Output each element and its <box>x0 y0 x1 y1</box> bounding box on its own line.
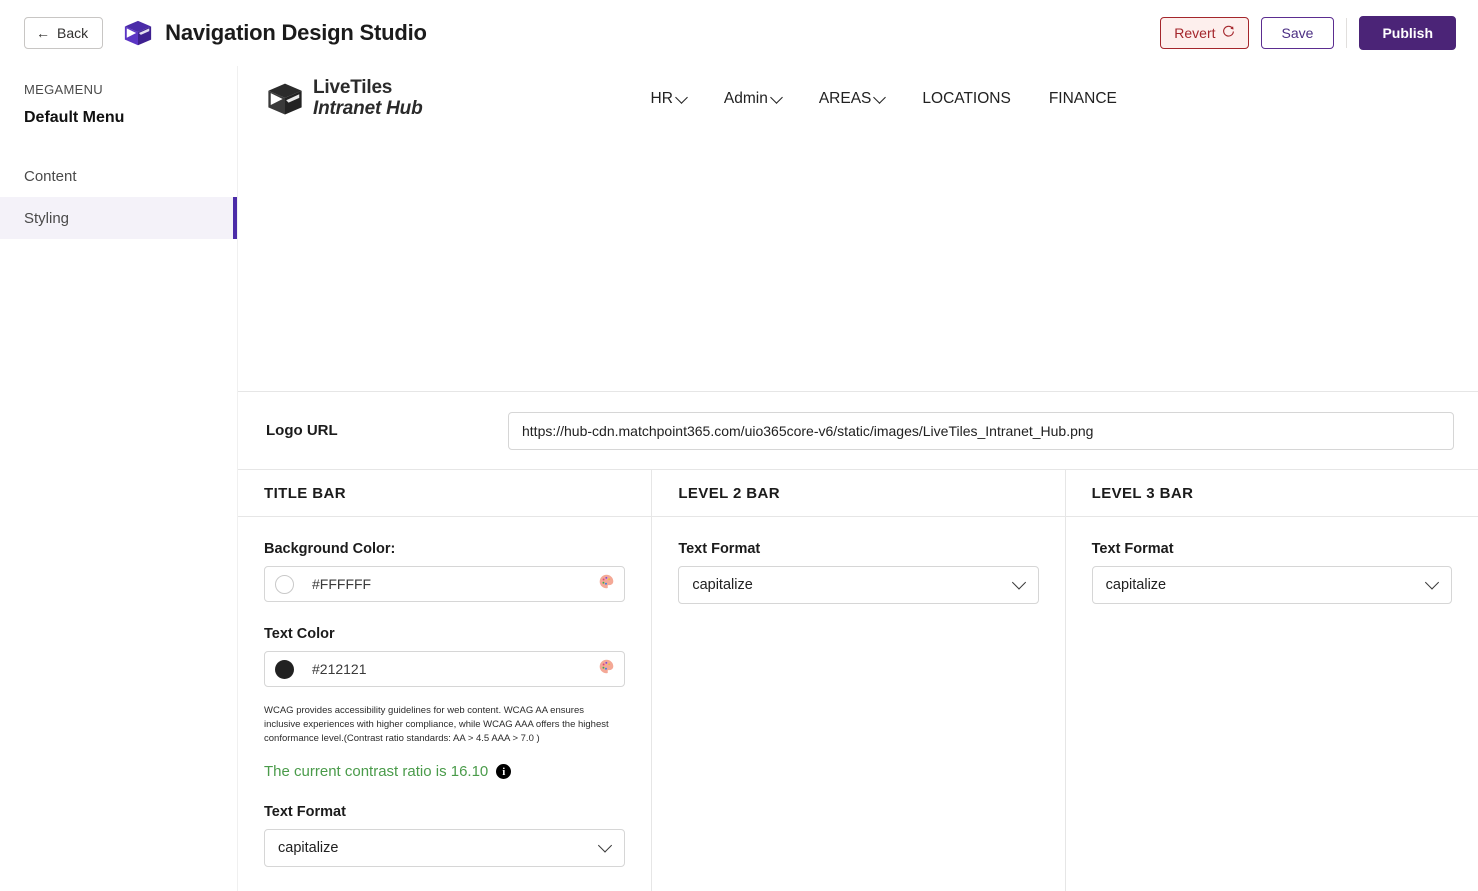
preview-nav-item-finance[interactable]: FINANCE <box>1049 90 1117 108</box>
column-level-3-bar: LEVEL 3 BAR Text Format capitalize <box>1064 470 1478 891</box>
save-button[interactable]: Save <box>1260 16 1335 49</box>
background-color-input[interactable]: #FFFFFF <box>264 566 626 602</box>
chevron-down-icon <box>769 90 783 104</box>
column-title-bar: TITLE BAR Background Color: #FFFFFF Text… <box>238 470 652 891</box>
back-button[interactable]: ← Back <box>24 16 104 49</box>
preview-nav-label: HR <box>650 90 673 107</box>
contrast-ratio-text: The current contrast ratio is 16.10 <box>264 763 489 781</box>
text-format-label: Text Format <box>1091 541 1174 557</box>
text-color-value: #212121 <box>312 661 367 677</box>
text-format-value: capitalize <box>1105 577 1167 593</box>
preview-logo: LiveTiles Intranet Hub <box>266 78 423 119</box>
chevron-down-icon <box>675 90 688 104</box>
logo-url-label: Logo URL <box>266 422 338 439</box>
wcag-note: WCAG provides accessibility guidelines f… <box>264 705 609 744</box>
color-swatch <box>275 574 294 594</box>
action-divider <box>1346 17 1348 48</box>
preview-nav-label: LOCATIONS <box>922 90 1011 107</box>
preview-logo-text: LiveTiles Intranet Hub <box>313 78 423 119</box>
header-actions: Revert Save Publish <box>1160 15 1456 50</box>
page-title: Navigation Design Studio <box>165 19 427 45</box>
text-format-select[interactable]: capitalize <box>1091 566 1452 604</box>
chevron-down-icon <box>1011 575 1026 590</box>
preview-logo-line1: LiveTiles <box>313 77 393 99</box>
back-button-label: Back <box>57 24 89 41</box>
text-color-input[interactable]: #212121 <box>264 651 626 687</box>
menu-preview: LiveTiles Intranet Hub HR Admin AREAS LO… <box>238 66 1478 392</box>
color-swatch <box>275 659 294 679</box>
preview-nav-item-hr[interactable]: HR <box>650 90 688 108</box>
arrow-left-icon: ← <box>36 24 50 41</box>
preview-nav-item-areas[interactable]: AREAS <box>818 90 887 108</box>
logo-url-row: Logo URL <box>238 392 1478 470</box>
sidebar-menu-name: Default Menu <box>24 109 125 126</box>
preview-nav-item-admin[interactable]: Admin <box>723 90 783 108</box>
text-format-select[interactable]: capitalize <box>264 829 626 868</box>
column-heading: LEVEL 3 BAR <box>1065 470 1478 517</box>
publish-button[interactable]: Publish <box>1359 15 1456 50</box>
sidebar-items: Content Styling <box>0 155 237 239</box>
text-format-label: Text Format <box>678 541 761 557</box>
column-heading: TITLE BAR <box>238 470 652 517</box>
chevron-down-icon <box>1424 575 1440 590</box>
info-icon[interactable]: i <box>496 764 512 780</box>
chevron-down-icon <box>873 90 887 104</box>
sidebar-item-label: Content <box>24 167 77 185</box>
preview-nav-item-locations[interactable]: LOCATIONS <box>922 90 1010 108</box>
preview-nav-label: AREAS <box>818 90 872 107</box>
preview-logo-line2: Intranet Hub <box>313 98 423 119</box>
column-level-2-bar: LEVEL 2 BAR Text Format capitalize <box>651 470 1065 891</box>
revert-button[interactable]: Revert <box>1160 16 1249 49</box>
sidebar-item-styling[interactable]: Styling <box>0 197 237 239</box>
preview-nav: HR Admin AREAS LOCATIONS FINANCE <box>651 90 1117 108</box>
text-format-value: capitalize <box>692 577 753 593</box>
text-format-select[interactable]: capitalize <box>678 566 1039 604</box>
logo-url-input[interactable] <box>508 411 1454 450</box>
text-format-value: capitalize <box>278 840 339 857</box>
preview-title-bar: LiveTiles Intranet Hub HR Admin AREAS LO… <box>238 66 1478 132</box>
sidebar-eyebrow: MEGAMENU <box>24 82 103 97</box>
column-heading: LEVEL 2 BAR <box>652 470 1065 517</box>
color-palette-icon[interactable] <box>598 573 615 595</box>
livetiles-cube-icon <box>266 80 304 118</box>
background-color-value: #FFFFFF <box>312 576 372 592</box>
sidebar-item-content[interactable]: Content <box>0 155 237 197</box>
revert-button-label: Revert <box>1174 24 1216 41</box>
refresh-icon <box>1222 25 1235 41</box>
sidebar-item-label: Styling <box>24 209 70 227</box>
styling-columns: TITLE BAR Background Color: #FFFFFF Text… <box>238 470 1478 891</box>
sidebar: MEGAMENU Default Menu Content Styling <box>0 66 237 891</box>
color-palette-icon[interactable] <box>598 658 615 680</box>
chevron-down-icon <box>598 838 613 853</box>
app-header: ← Back Navigation Design Studio Revert S… <box>0 0 1478 66</box>
text-color-label: Text Color <box>264 626 335 642</box>
contrast-ratio-status: The current contrast ratio is 16.10 i <box>264 763 625 780</box>
main-content: LiveTiles Intranet Hub HR Admin AREAS LO… <box>237 66 1478 891</box>
app-brand: Navigation Design Studio <box>123 18 427 48</box>
background-color-label: Background Color: <box>264 541 396 557</box>
preview-nav-label: FINANCE <box>1048 90 1117 107</box>
preview-nav-label: Admin <box>723 90 768 107</box>
text-format-label: Text Format <box>264 804 346 821</box>
livetiles-cube-icon <box>123 18 153 48</box>
